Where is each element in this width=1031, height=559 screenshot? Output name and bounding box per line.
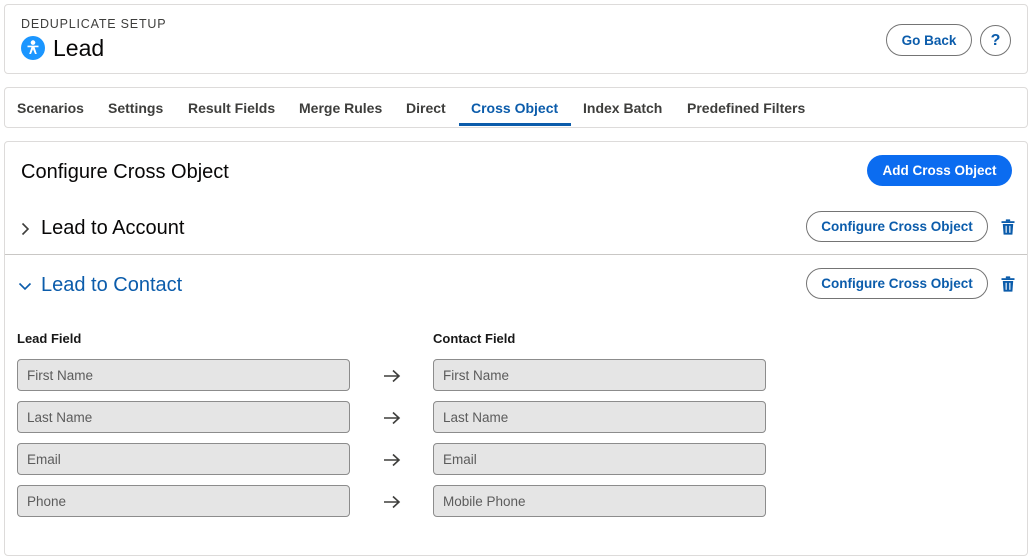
tab-predefined-filters[interactable]: Predefined Filters: [687, 100, 805, 116]
arrow-right-icon: [383, 494, 401, 510]
chevron-down-icon[interactable]: [17, 278, 33, 294]
section-title-lead-to-account[interactable]: Lead to Account: [41, 217, 184, 240]
contact-field-input[interactable]: Mobile Phone: [433, 485, 766, 517]
arrow-right-icon: [383, 410, 401, 426]
page-eyebrow: DEDUPLICATE SETUP: [21, 17, 167, 31]
panel-title: Configure Cross Object: [21, 161, 229, 183]
contact-field-input[interactable]: Email: [433, 443, 766, 475]
page-title: Lead: [53, 35, 105, 61]
tab-index-batch[interactable]: Index Batch: [583, 100, 662, 116]
configure-cross-object-button[interactable]: Configure Cross Object: [806, 211, 988, 242]
lead-field-input[interactable]: Email: [17, 443, 350, 475]
trash-icon[interactable]: [1001, 276, 1015, 292]
tab-scenarios[interactable]: Scenarios: [17, 100, 84, 116]
tab-merge-rules[interactable]: Merge Rules: [299, 100, 382, 116]
arrow-right-icon: [383, 368, 401, 384]
tab-settings[interactable]: Settings: [108, 100, 163, 116]
section-divider: [5, 254, 1027, 255]
page-header: DEDUPLICATE SETUP Lead Go Back ?: [4, 4, 1028, 74]
contact-field-input[interactable]: First Name: [433, 359, 766, 391]
active-tab-indicator: [459, 123, 571, 126]
go-back-button[interactable]: Go Back: [886, 24, 972, 56]
contact-field-input[interactable]: Last Name: [433, 401, 766, 433]
lead-field-input[interactable]: Phone: [17, 485, 350, 517]
contact-field-header: Contact Field: [433, 331, 516, 346]
arrow-right-icon: [383, 452, 401, 468]
tab-bar: Scenarios Settings Result Fields Merge R…: [4, 87, 1028, 128]
cross-object-panel: Configure Cross Object Add Cross Object …: [4, 141, 1028, 556]
tab-result-fields[interactable]: Result Fields: [188, 100, 275, 116]
lead-field-input[interactable]: Last Name: [17, 401, 350, 433]
tab-direct[interactable]: Direct: [406, 100, 446, 116]
tab-cross-object[interactable]: Cross Object: [471, 100, 558, 116]
section-title-lead-to-contact[interactable]: Lead to Contact: [41, 274, 182, 297]
chevron-right-icon[interactable]: [17, 221, 33, 237]
trash-icon[interactable]: [1001, 219, 1015, 235]
configure-cross-object-button[interactable]: Configure Cross Object: [806, 268, 988, 299]
person-icon: [21, 36, 45, 60]
lead-field-input[interactable]: First Name: [17, 359, 350, 391]
help-button[interactable]: ?: [980, 25, 1011, 56]
lead-field-header: Lead Field: [17, 331, 82, 346]
add-cross-object-button[interactable]: Add Cross Object: [867, 155, 1012, 186]
